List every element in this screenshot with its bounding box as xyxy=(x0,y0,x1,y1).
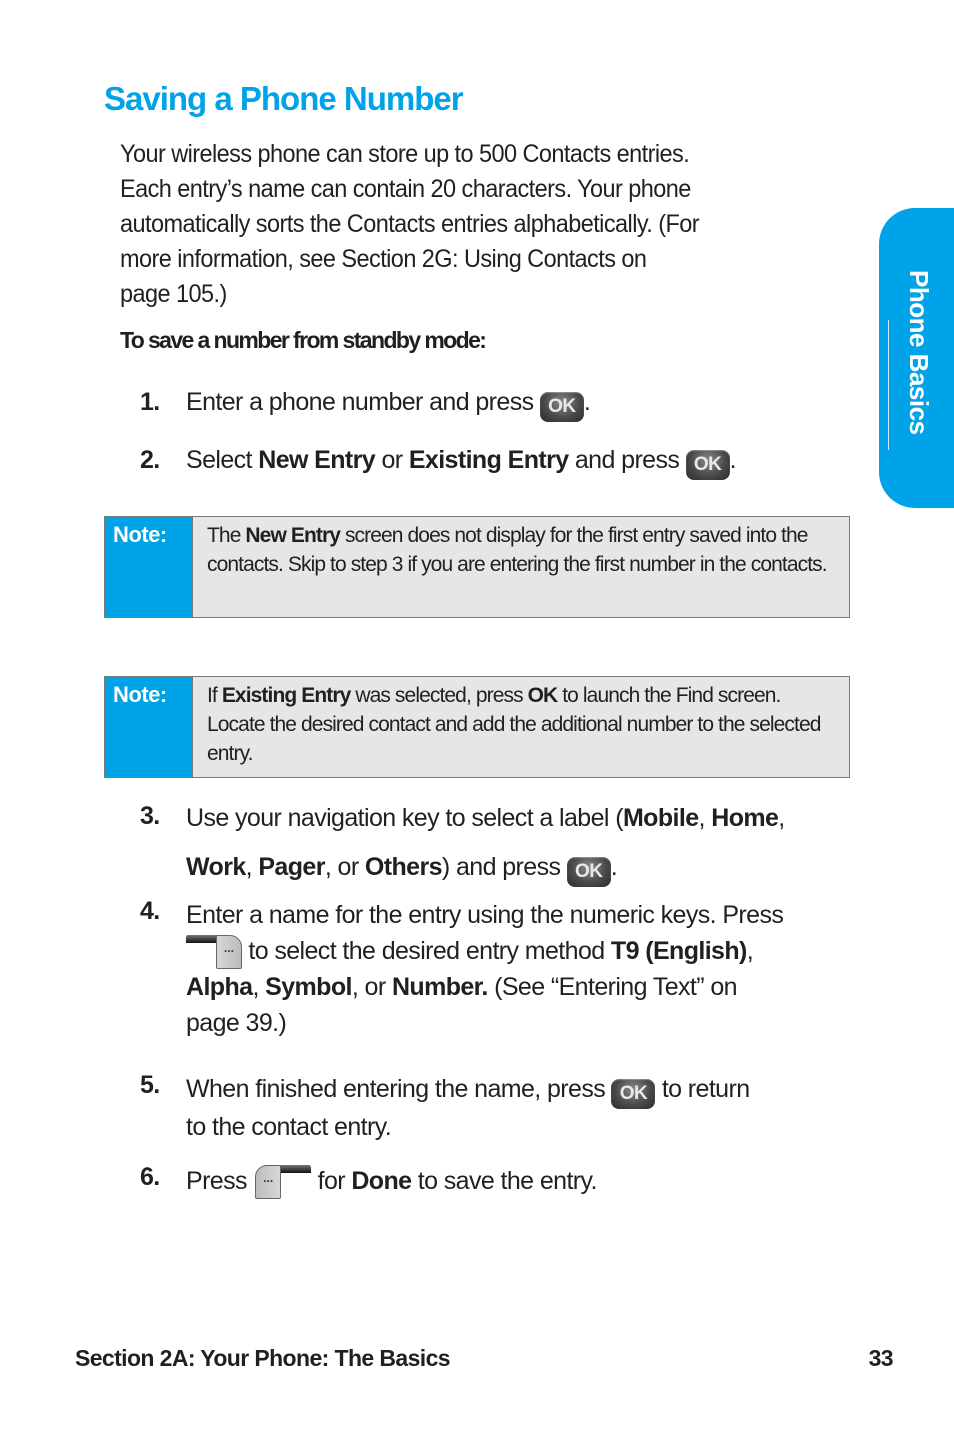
step-text: Enter a name for the entry using the num… xyxy=(186,897,876,1041)
section-side-tab: Phone Basics xyxy=(879,208,954,508)
text-run: , xyxy=(746,937,754,965)
step-number: 4. xyxy=(140,897,160,925)
intro-line: automatically sorts the Contacts entries… xyxy=(120,210,700,238)
step-number: 3. xyxy=(140,802,160,830)
softkey-cap: ··· xyxy=(255,1165,282,1199)
page-number: 33 xyxy=(868,1345,894,1371)
note-box: Note: If Existing Entry was selected, pr… xyxy=(104,676,850,778)
softkey-done: Done xyxy=(351,1167,412,1195)
step-number: 5. xyxy=(140,1071,160,1099)
step-number: 1. xyxy=(140,388,160,416)
page-footer: Section 2A: Your Phone: The Basics 33 xyxy=(75,1345,894,1372)
page-title: Saving a Phone Number xyxy=(104,80,464,117)
label-mobile: Mobile xyxy=(622,804,699,832)
label-work: Work xyxy=(186,853,246,881)
option-existing-entry: Existing Entry xyxy=(408,446,569,474)
text-run: ) and press xyxy=(441,853,567,881)
bold-term: New Entry xyxy=(245,524,341,547)
note-label: Note: xyxy=(105,677,193,777)
note-text: The New Entry screen does not display fo… xyxy=(193,517,849,617)
text-run: , or xyxy=(351,973,392,1001)
text-run: , or xyxy=(324,853,365,881)
procedure-heading: To save a number from standby mode: xyxy=(120,327,487,353)
note-text: If Existing Entry was selected, press OK… xyxy=(193,677,849,777)
label-pager: Pager xyxy=(258,853,325,881)
step-text: Use your navigation key to select a labe… xyxy=(186,794,876,892)
section-tab-label: Phone Basics xyxy=(904,270,934,435)
step-text: When finished entering the name, press O… xyxy=(186,1071,876,1145)
bold-term: OK xyxy=(527,684,559,707)
ok-key-icon: OK xyxy=(611,1079,656,1109)
label-home: Home xyxy=(711,804,779,832)
option-new-entry: New Entry xyxy=(258,446,376,474)
text-run: Press xyxy=(186,1167,254,1195)
right-softkey-icon: ··· xyxy=(186,933,242,969)
text-run: . xyxy=(583,388,591,416)
method-symbol: Symbol xyxy=(265,973,352,1001)
intro-line: more information, see Section 2G: Using … xyxy=(120,245,647,273)
text-run: When finished entering the name, press xyxy=(186,1075,612,1103)
tab-divider xyxy=(888,320,889,450)
text-run: , xyxy=(252,973,266,1001)
text-run: to the contact entry. xyxy=(186,1113,392,1141)
text-run: The xyxy=(207,524,246,547)
text-run: (See “Entering Text” on xyxy=(487,973,737,1001)
ok-key-icon: OK xyxy=(566,857,611,887)
text-run: . xyxy=(729,446,737,474)
intro-line: Each entry’s name can contain 20 charact… xyxy=(120,175,691,203)
text-run: for xyxy=(311,1167,352,1195)
text-run: , xyxy=(698,804,712,832)
text-run: to return xyxy=(655,1075,750,1103)
method-number: Number. xyxy=(391,973,488,1001)
note-box: Note: The New Entry screen does not disp… xyxy=(104,516,850,618)
text-run: was selected, press xyxy=(350,684,528,707)
step-text: Select New Entry or Existing Entry and p… xyxy=(186,446,876,480)
text-run: Select xyxy=(186,446,259,474)
text-run: or xyxy=(375,446,409,474)
text-run: to save the entry. xyxy=(411,1167,598,1195)
text-run: and press xyxy=(568,446,686,474)
method-t9: T9 (English) xyxy=(610,937,747,965)
intro-line: Your wireless phone can store up to 500 … xyxy=(120,140,690,168)
text-run: . xyxy=(610,853,618,881)
intro-line: page 105.) xyxy=(120,280,227,308)
text-run: page 39.) xyxy=(186,1009,287,1037)
step-text: Press ··· for Done to save the entry. xyxy=(186,1163,876,1199)
step-number: 6. xyxy=(140,1163,160,1191)
step-number: 2. xyxy=(140,446,160,474)
label-others: Others xyxy=(364,853,443,881)
note-label: Note: xyxy=(105,517,193,617)
ok-key-icon: OK xyxy=(539,392,584,422)
bold-term: Existing Entry xyxy=(221,684,352,707)
intro-paragraph: Your wireless phone can store up to 500 … xyxy=(120,137,806,312)
text-run: , xyxy=(778,804,785,832)
text-run: , xyxy=(245,853,259,881)
softkey-cap: ··· xyxy=(216,935,242,969)
text-run: Enter a phone number and press xyxy=(186,388,540,416)
left-softkey-icon: ··· xyxy=(253,1163,312,1199)
ok-key-icon: OK xyxy=(685,450,730,480)
method-alpha: Alpha xyxy=(186,973,253,1001)
text-run: Use your navigation key to select a labe… xyxy=(186,804,624,832)
step-text: Enter a phone number and press OK. xyxy=(186,388,876,422)
text-run: Enter a name for the entry using the num… xyxy=(186,901,784,929)
text-run: If xyxy=(207,684,222,707)
footer-section-title: Section 2A: Your Phone: The Basics xyxy=(75,1345,451,1371)
text-run: to select the desired entry method xyxy=(242,937,611,965)
